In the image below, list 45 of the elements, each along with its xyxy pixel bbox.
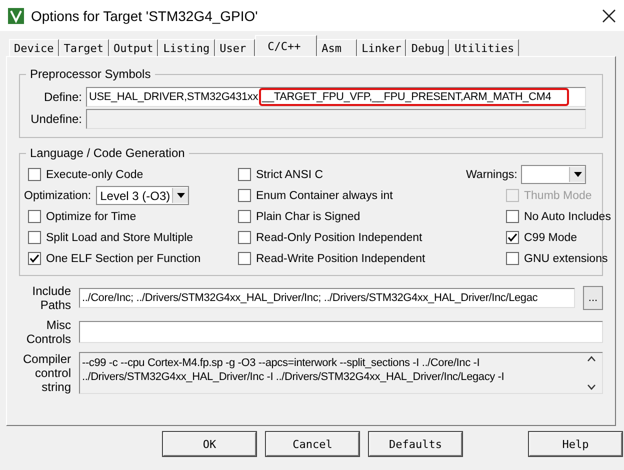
checkbox-label: Enum Container always int	[256, 190, 393, 202]
text-line: --c99 -c --cpu Cortex-M4.fp.sp -g -O3 --apcs=interwork --split_sections -I ../Core/Inc -I	[82, 356, 481, 370]
group-title: Language / Code Generation	[29, 146, 186, 160]
checkbox-label: Read-Only Position Independent	[256, 232, 422, 244]
checkbox-label: GNU extensions	[524, 252, 608, 264]
checkbox-label: No Auto Includes	[524, 210, 611, 222]
field-label: Compiler control string	[22, 352, 71, 394]
group-title: Preprocessor Symbols	[29, 67, 152, 81]
checkbox-label: One ELF Section per Function	[46, 252, 201, 264]
tab[interactable]: Debug	[406, 39, 450, 56]
dropdown-label: Warnings:	[466, 168, 518, 180]
checkbox-label: Plain Char is Signed	[256, 210, 360, 222]
checkbox-label: Strict ANSI C	[256, 168, 324, 180]
dialog-button[interactable]: Defaults	[369, 432, 462, 456]
tab[interactable]: Output	[108, 39, 158, 56]
define-field[interactable]: USE_HAL_DRIVER,STM32G431xx __TARGET_FPU_VFP,__FPU_PRESENT,ARM_MATH_CM4	[86, 87, 586, 107]
tab[interactable]: Listing	[158, 39, 215, 56]
field-label: Misc Controls	[25, 318, 71, 346]
dialog-button[interactable]: Cancel	[266, 432, 359, 456]
checkbox-label: Execute-only Code	[46, 168, 144, 180]
checkbox-label: Read-Write Position Independent	[256, 252, 426, 264]
checkbox-label: C99 Mode	[524, 232, 578, 244]
dropdown-label: Optimization:	[24, 190, 92, 202]
dialog-button[interactable]: OK	[163, 432, 256, 456]
checkbox-label: Optimize for Time	[46, 210, 136, 222]
checkbox-label: Thumb Mode	[524, 190, 592, 202]
checkbox-label: Split Load and Store Multiple	[46, 232, 194, 244]
browse-button[interactable]: ...	[583, 286, 603, 310]
dropdown[interactable]: Level 3 (-O3)	[96, 186, 190, 205]
field-label: Include Paths	[31, 284, 71, 312]
window-title: Options for Target 'STM32G4_GPIO'	[31, 8, 259, 24]
field-label: Undefine:	[30, 112, 82, 126]
tab[interactable]: C/C++	[254, 35, 317, 56]
tab[interactable]: Asm	[316, 39, 357, 56]
tab[interactable]: User	[214, 39, 255, 56]
field-label: Define:	[42, 90, 82, 104]
tab[interactable]: Utilities	[449, 39, 520, 56]
text-line: ../Drivers/STM32G4xx_HAL_Driver/Inc -I ../Drivers/STM32G4xx_HAL_Driver/Inc/Legacy -I	[82, 370, 506, 384]
include-paths-field[interactable]: ../Core/Inc; ../Drivers/STM32G4xx_HAL_Driver/Inc; ../Drivers/STM32G4xx_HAL_Driver/Inc/Legac	[79, 288, 575, 308]
dialog-button[interactable]: Help	[529, 432, 622, 456]
tab[interactable]: Target	[58, 39, 108, 56]
tab[interactable]: Device	[9, 39, 59, 56]
highlighted-text: __TARGET_FPU_VFP,__FPU_PRESENT,ARM_MATH_CM4	[259, 88, 570, 106]
field-text: USE_HAL_DRIVER,STM32G431xx	[89, 91, 260, 103]
tab[interactable]: Linker	[356, 39, 406, 56]
